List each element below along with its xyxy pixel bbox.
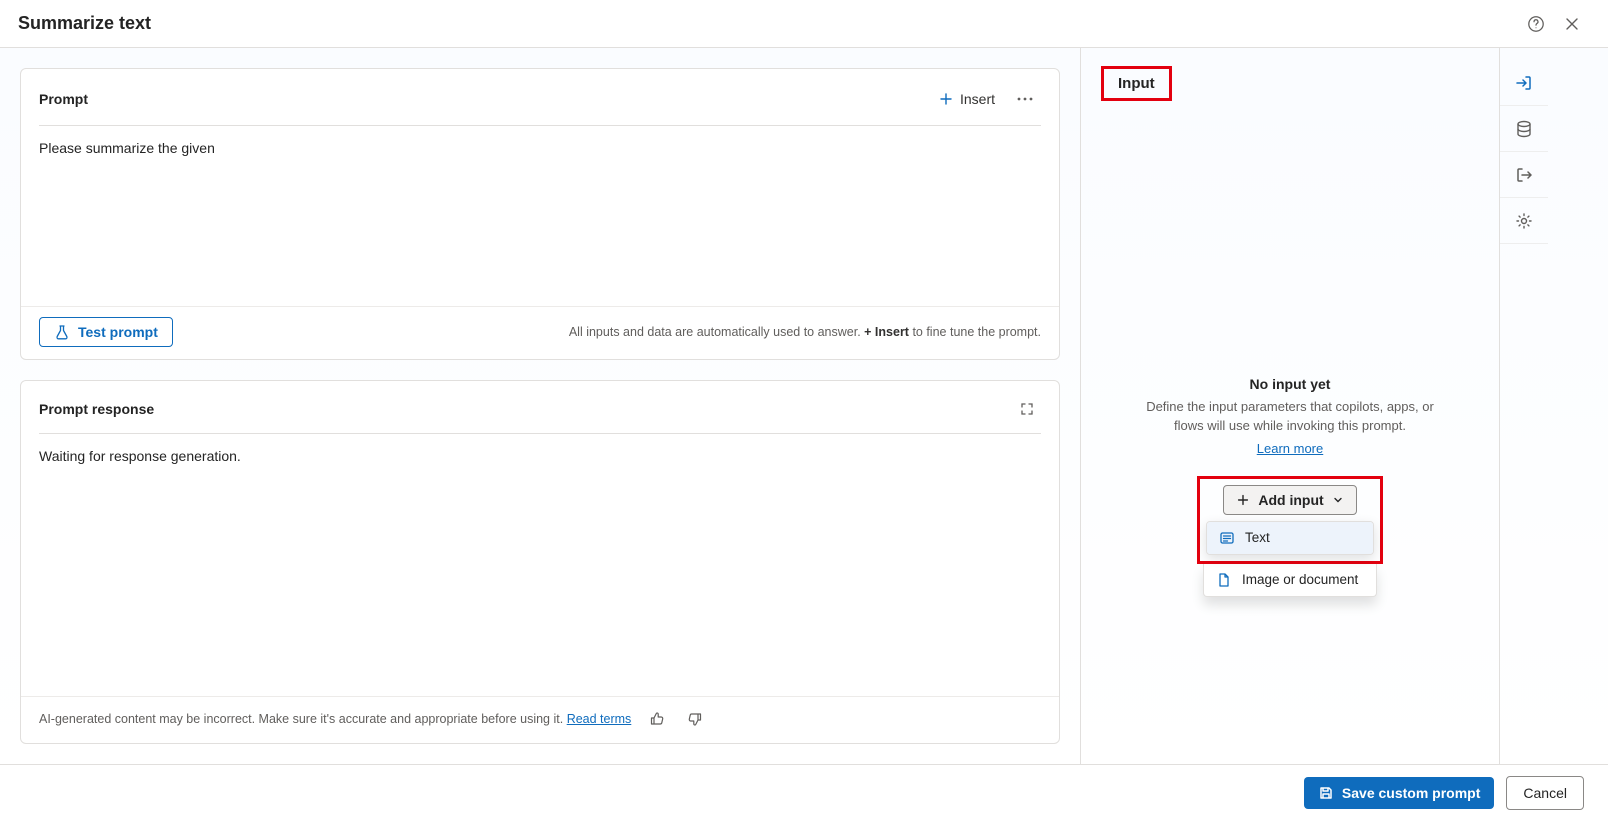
response-body: Waiting for response generation. xyxy=(21,434,1059,696)
document-icon xyxy=(1216,572,1232,588)
footer: Save custom prompt Cancel xyxy=(0,764,1608,820)
no-input-description: Define the input parameters that copilot… xyxy=(1145,398,1435,436)
thumbs-down-icon[interactable] xyxy=(683,707,707,731)
response-card-title: Prompt response xyxy=(39,401,154,417)
test-prompt-label: Test prompt xyxy=(78,324,158,340)
plus-icon xyxy=(938,91,954,107)
add-input-option-text[interactable]: Text xyxy=(1207,522,1373,554)
prompt-footer-note: All inputs and data are automatically us… xyxy=(569,325,1041,339)
prompt-card: Prompt Insert Please summarize the given xyxy=(20,68,1060,360)
response-disclaimer: AI-generated content may be incorrect. M… xyxy=(39,712,631,726)
rail-input-icon[interactable] xyxy=(1500,60,1548,106)
text-icon xyxy=(1219,530,1235,546)
save-icon xyxy=(1318,785,1334,801)
save-button[interactable]: Save custom prompt xyxy=(1304,777,1494,809)
expand-icon[interactable] xyxy=(1013,395,1041,423)
test-prompt-button[interactable]: Test prompt xyxy=(39,317,173,347)
option-label: Image or document xyxy=(1242,572,1358,587)
cancel-button[interactable]: Cancel xyxy=(1506,776,1584,810)
page-title: Summarize text xyxy=(18,13,151,34)
insert-button-label: Insert xyxy=(960,91,995,107)
input-tab[interactable]: Input xyxy=(1101,66,1172,101)
prompt-editor[interactable]: Please summarize the given xyxy=(21,126,1059,306)
header: Summarize text xyxy=(0,0,1608,48)
read-terms-link[interactable]: Read terms xyxy=(567,712,632,726)
help-icon[interactable] xyxy=(1518,6,1554,42)
response-card: Prompt response Waiting for response gen… xyxy=(20,380,1060,744)
thumbs-up-icon[interactable] xyxy=(645,707,669,731)
no-input-title: No input yet xyxy=(1101,376,1479,392)
rail-output-icon[interactable] xyxy=(1500,152,1548,198)
add-input-button[interactable]: Add input xyxy=(1223,485,1356,515)
beaker-icon xyxy=(54,324,70,340)
learn-more-link[interactable]: Learn more xyxy=(1257,441,1323,456)
plus-icon xyxy=(1236,493,1250,507)
prompt-card-title: Prompt xyxy=(39,91,88,107)
more-options-button[interactable] xyxy=(1009,83,1041,115)
add-input-label: Add input xyxy=(1258,492,1323,508)
add-input-option-image-doc[interactable]: Image or document xyxy=(1204,564,1376,596)
input-panel: Input No input yet Define the input para… xyxy=(1081,48,1499,764)
close-icon[interactable] xyxy=(1554,6,1590,42)
rail-settings-icon[interactable] xyxy=(1500,198,1548,244)
cancel-button-label: Cancel xyxy=(1523,785,1567,801)
rail-data-icon[interactable] xyxy=(1500,106,1548,152)
save-button-label: Save custom prompt xyxy=(1342,785,1480,801)
chevron-down-icon xyxy=(1332,494,1344,506)
right-rail xyxy=(1499,48,1547,764)
option-label: Text xyxy=(1245,530,1270,545)
insert-button[interactable]: Insert xyxy=(928,85,1005,113)
